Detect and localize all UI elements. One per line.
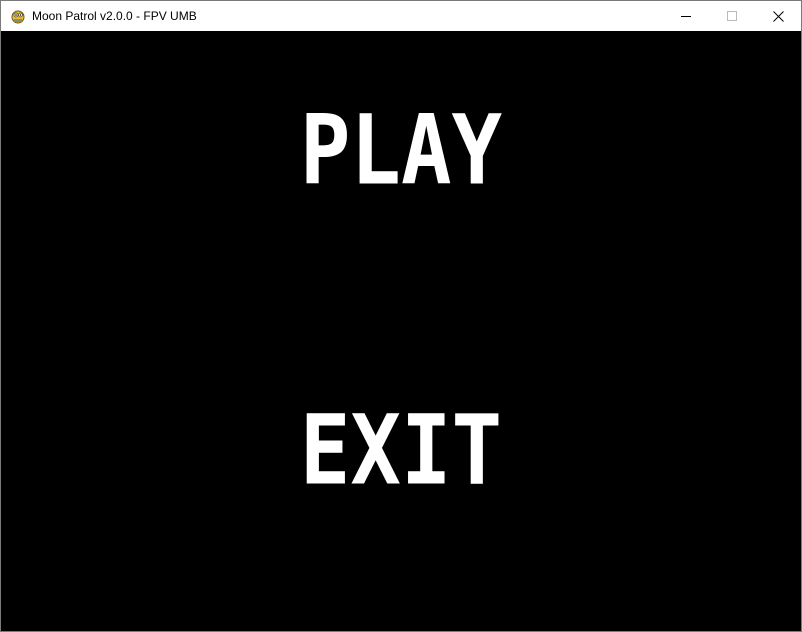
close-button[interactable] [755, 1, 801, 31]
close-icon [772, 10, 784, 22]
exit-button[interactable]: EXIT [1, 402, 801, 499]
minimize-icon [681, 16, 691, 17]
maximize-button[interactable] [709, 1, 755, 31]
pygame-snake-icon [11, 10, 25, 24]
title-bar[interactable]: Moon Patrol v2.0.0 - FPV UMB [1, 1, 801, 31]
game-window: Moon Patrol v2.0.0 - FPV UMB PLAY EXIT [0, 0, 802, 632]
window-title: Moon Patrol v2.0.0 - FPV UMB [32, 9, 197, 23]
minimize-button[interactable] [663, 1, 709, 31]
maximize-icon [727, 11, 737, 21]
game-canvas: PLAY EXIT [1, 31, 801, 631]
play-button[interactable]: PLAY [1, 102, 801, 199]
